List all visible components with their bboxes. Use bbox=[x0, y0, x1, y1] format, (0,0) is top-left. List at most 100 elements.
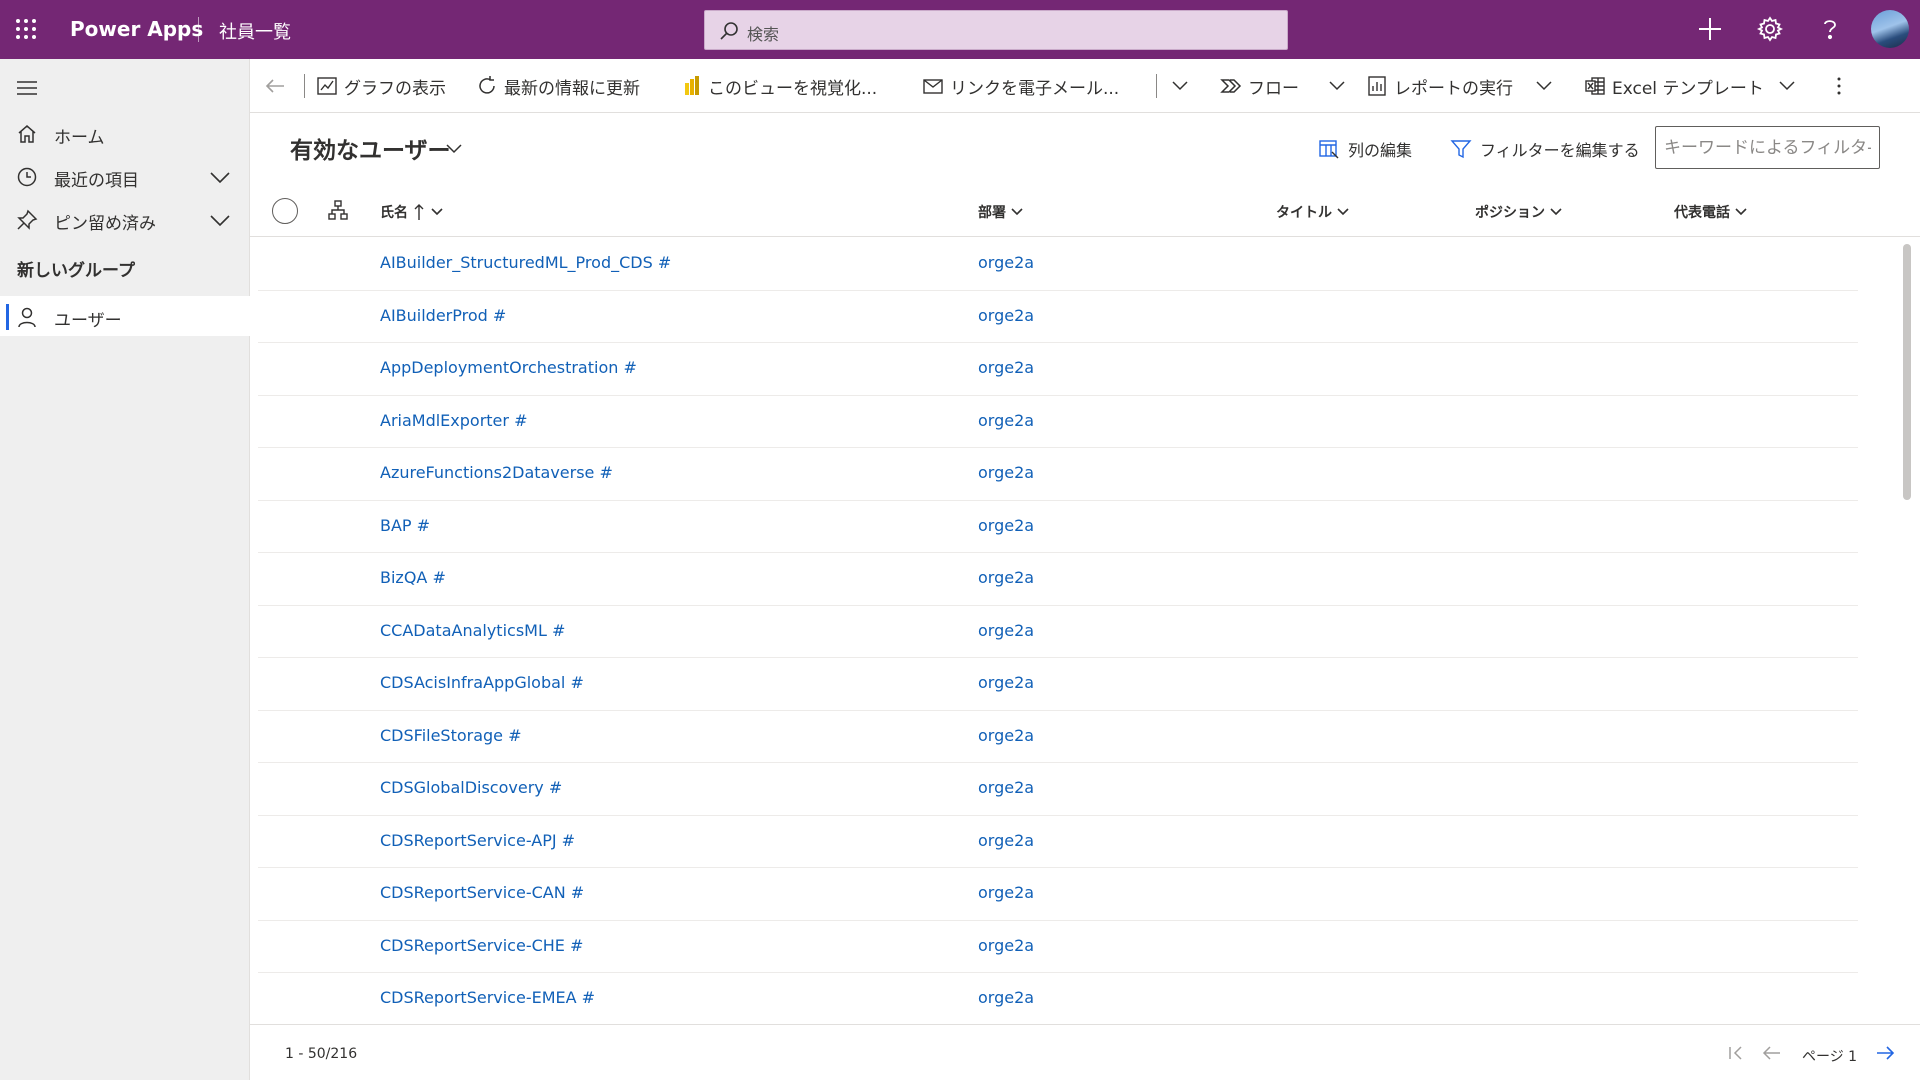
app-launcher-icon[interactable] bbox=[14, 17, 38, 41]
table-row[interactable]: CDSReportService-APJ # orge2a bbox=[258, 816, 1858, 868]
user-name-link[interactable]: CDSFileStorage # bbox=[380, 726, 522, 745]
user-name-link[interactable]: AIBuilder_StructuredML_Prod_CDS # bbox=[380, 253, 671, 272]
column-header-main-phone[interactable]: 代表電話 bbox=[1674, 200, 1748, 224]
filter-icon bbox=[1450, 140, 1472, 159]
department-link[interactable]: orge2a bbox=[978, 463, 1034, 482]
hamburger-menu-icon[interactable] bbox=[15, 76, 39, 100]
user-name-link[interactable]: CDSReportService-CHE # bbox=[380, 936, 583, 955]
table-row[interactable]: CDSReportService-EMEA # orge2a bbox=[258, 973, 1858, 1026]
sidebar-item-recent[interactable]: 最近の項目 bbox=[0, 156, 250, 196]
column-header-position[interactable]: ポジション bbox=[1475, 200, 1563, 224]
power-bi-icon bbox=[685, 76, 699, 95]
department-link[interactable]: orge2a bbox=[978, 673, 1034, 692]
user-name-link[interactable]: CDSReportService-CAN # bbox=[380, 883, 584, 902]
app-name[interactable]: Power Apps bbox=[70, 17, 203, 41]
user-name-link[interactable]: BizQA # bbox=[380, 568, 446, 587]
table-row[interactable]: BAP # orge2a bbox=[258, 501, 1858, 553]
department-link[interactable]: orge2a bbox=[978, 516, 1034, 535]
department-link[interactable]: orge2a bbox=[978, 568, 1034, 587]
select-all-checkbox[interactable] bbox=[272, 198, 298, 224]
user-name-link[interactable]: AzureFunctions2Dataverse # bbox=[380, 463, 613, 482]
department-link[interactable]: orge2a bbox=[978, 778, 1034, 797]
home-icon bbox=[16, 123, 38, 145]
hierarchy-icon[interactable] bbox=[327, 199, 349, 221]
keyword-filter-input[interactable] bbox=[1655, 126, 1880, 169]
department-link[interactable]: orge2a bbox=[978, 883, 1034, 902]
chevron-down-icon[interactable] bbox=[445, 140, 463, 158]
run-report-button[interactable]: レポートの実行 bbox=[1366, 71, 1513, 101]
sidebar-item-pinned[interactable]: ピン留め済み bbox=[0, 199, 250, 239]
global-search-input[interactable]: 検索 bbox=[704, 10, 1288, 50]
user-name-link[interactable]: CDSAcisInfraAppGlobal # bbox=[380, 673, 584, 692]
department-link[interactable]: orge2a bbox=[978, 988, 1034, 1007]
chevron-down-icon[interactable] bbox=[209, 168, 231, 186]
chevron-down-icon[interactable] bbox=[1535, 77, 1553, 95]
run-report-label: レポートの実行 bbox=[1394, 78, 1513, 99]
flow-button[interactable]: フロー bbox=[1220, 71, 1299, 101]
user-name-link[interactable]: CCADataAnalyticsML # bbox=[380, 621, 565, 640]
table-row[interactable]: CDSAcisInfraAppGlobal # orge2a bbox=[258, 658, 1858, 711]
department-link[interactable]: orge2a bbox=[978, 411, 1034, 430]
column-header-dept[interactable]: 部署 bbox=[978, 200, 1024, 224]
table-row[interactable]: AIBuilderProd # orge2a bbox=[258, 291, 1858, 343]
excel-icon bbox=[1585, 77, 1605, 95]
sidebar-item-home[interactable]: ホーム bbox=[0, 113, 250, 153]
chevron-down-icon bbox=[1011, 208, 1023, 216]
user-name-link[interactable]: BAP # bbox=[380, 516, 430, 535]
back-button[interactable] bbox=[264, 71, 292, 101]
flow-icon bbox=[1220, 79, 1242, 93]
email-icon bbox=[923, 79, 943, 94]
table-row[interactable]: AIBuilder_StructuredML_Prod_CDS # orge2a bbox=[258, 238, 1858, 291]
table-row[interactable]: AppDeploymentOrchestration # orge2a bbox=[258, 343, 1858, 396]
first-page-icon[interactable] bbox=[1725, 1042, 1747, 1064]
chevron-down-icon bbox=[431, 208, 443, 216]
visualize-view-button[interactable]: このビューを視覚化... bbox=[680, 71, 877, 101]
sidebar-item-users[interactable]: ユーザー bbox=[0, 296, 250, 336]
table-row[interactable]: CDSReportService-CAN # orge2a bbox=[258, 868, 1858, 921]
more-options-icon[interactable] bbox=[1830, 77, 1848, 95]
table-row[interactable]: BizQA # orge2a bbox=[258, 553, 1858, 606]
column-header-title[interactable]: タイトル bbox=[1276, 200, 1350, 224]
refresh-button[interactable]: 最新の情報に更新 bbox=[476, 71, 640, 101]
view-selector-title[interactable]: 有効なユーザー bbox=[290, 131, 451, 165]
table-row[interactable]: CCADataAnalyticsML # orge2a bbox=[258, 606, 1858, 658]
email-link-button[interactable]: リンクを電子メール... bbox=[922, 71, 1119, 101]
edit-filters-button[interactable]: フィルターを編集する bbox=[1450, 137, 1640, 161]
sidebar-item-label: ホーム bbox=[54, 128, 105, 148]
department-link[interactable]: orge2a bbox=[978, 936, 1034, 955]
chevron-down-icon[interactable] bbox=[1171, 77, 1189, 95]
help-question-icon[interactable] bbox=[1816, 15, 1844, 43]
department-link[interactable]: orge2a bbox=[978, 253, 1034, 272]
new-plus-icon[interactable] bbox=[1696, 15, 1724, 43]
column-header-name[interactable]: 氏名 bbox=[380, 200, 444, 224]
edit-columns-button[interactable]: 列の編集 bbox=[1318, 137, 1412, 161]
department-link[interactable]: orge2a bbox=[978, 831, 1034, 850]
previous-page-icon[interactable] bbox=[1761, 1042, 1783, 1064]
show-chart-button[interactable]: グラフの表示 bbox=[316, 71, 446, 101]
department-link[interactable]: orge2a bbox=[978, 621, 1034, 640]
grid-body: AIBuilder_StructuredML_Prod_CDS # orge2a … bbox=[258, 238, 1858, 1026]
department-link[interactable]: orge2a bbox=[978, 306, 1034, 325]
next-page-icon[interactable] bbox=[1874, 1042, 1896, 1064]
user-name-link[interactable]: AriaMdlExporter # bbox=[380, 411, 527, 430]
table-row[interactable]: CDSFileStorage # orge2a bbox=[258, 711, 1858, 763]
user-name-link[interactable]: AppDeploymentOrchestration # bbox=[380, 358, 637, 377]
table-row[interactable]: AriaMdlExporter # orge2a bbox=[258, 396, 1858, 448]
user-name-link[interactable]: CDSReportService-APJ # bbox=[380, 831, 575, 850]
table-row[interactable]: CDSGlobalDiscovery # orge2a bbox=[258, 763, 1858, 816]
user-name-link[interactable]: CDSReportService-EMEA # bbox=[380, 988, 595, 1007]
department-link[interactable]: orge2a bbox=[978, 726, 1034, 745]
excel-template-button[interactable]: Excel テンプレート bbox=[1584, 71, 1764, 101]
chevron-down-icon[interactable] bbox=[209, 211, 231, 229]
user-avatar[interactable] bbox=[1871, 10, 1909, 48]
chevron-down-icon bbox=[1735, 208, 1747, 216]
table-row[interactable]: AzureFunctions2Dataverse # orge2a bbox=[258, 448, 1858, 501]
table-row[interactable]: CDSReportService-CHE # orge2a bbox=[258, 921, 1858, 973]
department-link[interactable]: orge2a bbox=[978, 358, 1034, 377]
user-name-link[interactable]: AIBuilderProd # bbox=[380, 306, 506, 325]
grid-scrollbar[interactable] bbox=[1903, 244, 1911, 500]
chevron-down-icon[interactable] bbox=[1778, 77, 1796, 95]
chevron-down-icon[interactable] bbox=[1328, 77, 1346, 95]
user-name-link[interactable]: CDSGlobalDiscovery # bbox=[380, 778, 562, 797]
settings-gear-icon[interactable] bbox=[1756, 15, 1784, 43]
